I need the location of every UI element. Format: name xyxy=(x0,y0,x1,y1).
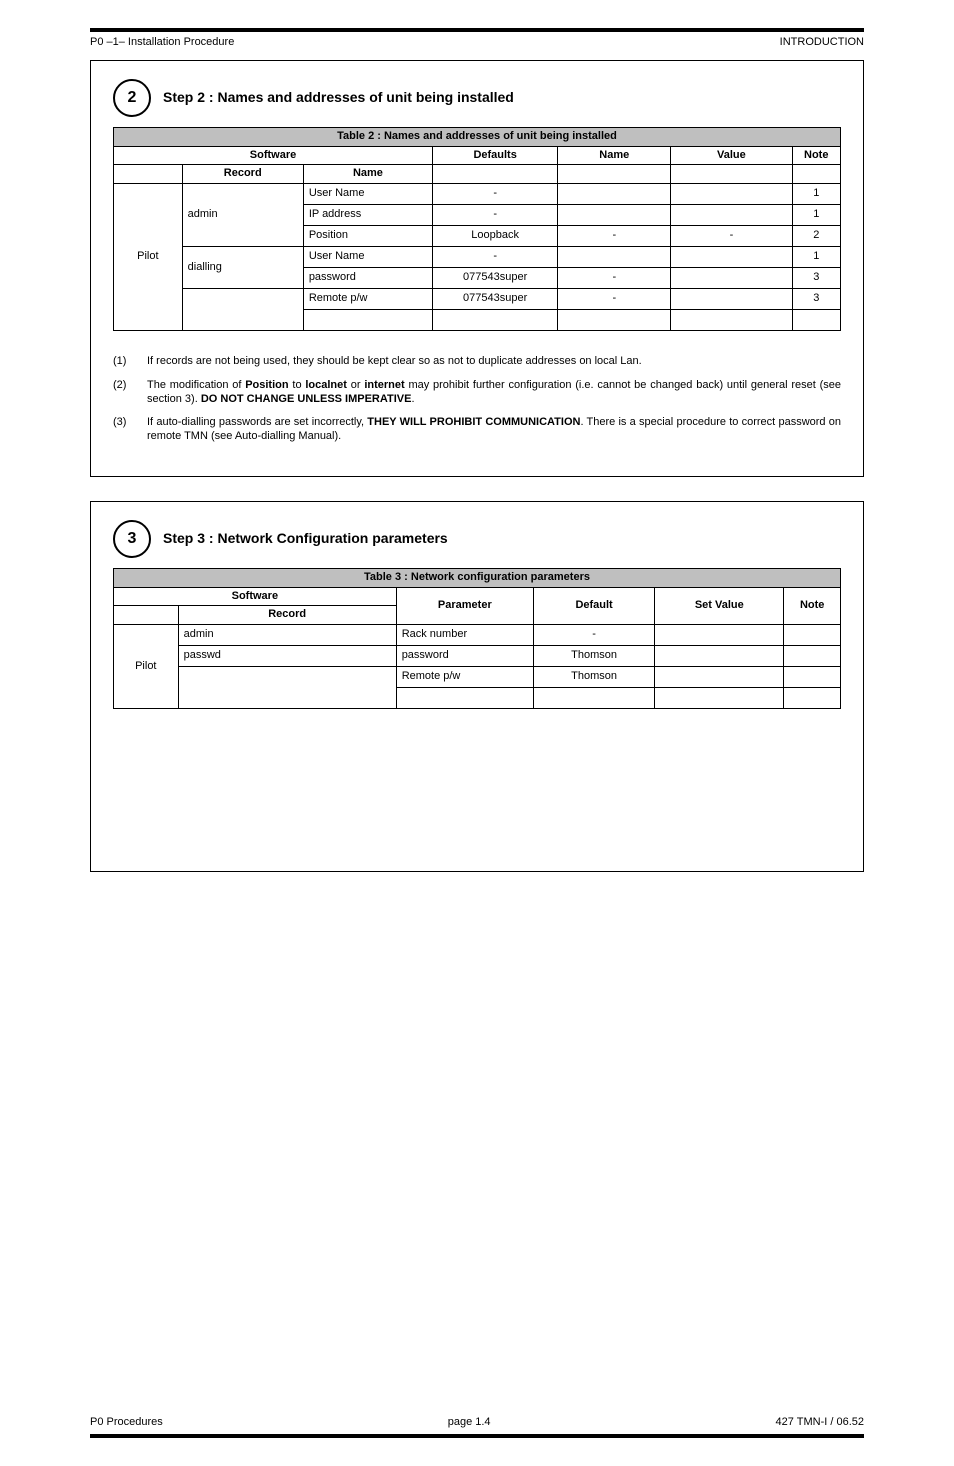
step2-title: Step 2 : Names and addresses of unit bei… xyxy=(163,89,514,107)
note-text: If auto-dialling passwords are set incor… xyxy=(147,416,841,444)
table-3: Table 3 : Network configuration paramete… xyxy=(113,568,841,709)
t2-h-name: Name xyxy=(303,165,432,184)
step3-title: Step 3 : Network Configuration parameter… xyxy=(163,530,448,548)
table-row: Remote p/w Thomson xyxy=(114,667,841,688)
step3-circle: 3 xyxy=(113,520,151,558)
table-row: Pilot admin User Name - 1 xyxy=(114,184,841,205)
step2-circle: 2 xyxy=(113,79,151,117)
step3-box: 3 Step 3 : Network Configuration paramet… xyxy=(90,501,864,872)
table-row: dialling User Name - 1 xyxy=(114,247,841,268)
table-row: Pilot admin Rack number - xyxy=(114,625,841,646)
note-text: The modification of Position to localnet… xyxy=(147,379,841,407)
t2-h-name2: Name xyxy=(558,146,671,165)
table2-title: Table 2 : Names and addresses of unit be… xyxy=(114,127,841,146)
t2-h-note: Note xyxy=(792,146,841,165)
table-row: Remote p/w 077543super - 3 xyxy=(114,289,841,310)
table3-title: Table 3 : Network configuration paramete… xyxy=(114,568,841,587)
t2-h-record: Record xyxy=(182,165,303,184)
t3-h-record: Record xyxy=(178,606,396,625)
table-row: passwd password Thomson xyxy=(114,646,841,667)
t3-h-param: Parameter xyxy=(396,587,533,625)
footer-left: P0 Procedures xyxy=(90,1416,163,1430)
table-2: Table 2 : Names and addresses of unit be… xyxy=(113,127,841,331)
header-right: INTRODUCTION xyxy=(780,36,864,50)
t2-h-software: Software xyxy=(114,146,433,165)
header-left: P0 –1– Installation Procedure xyxy=(90,36,234,50)
t3-h-default: Default xyxy=(534,587,655,625)
footer-right: 427 TMN-I / 06.52 xyxy=(776,1416,864,1430)
note-text: If records are not being used, they shou… xyxy=(147,355,841,369)
step2-box: 2 Step 2 : Names and addresses of unit b… xyxy=(90,60,864,477)
t3-h-setvalue: Set Value xyxy=(655,587,784,625)
footer-center: page 1.4 xyxy=(448,1416,491,1430)
t3-h-software: Software xyxy=(114,587,397,606)
t2-h-defaults: Defaults xyxy=(433,146,558,165)
step2-notes: (1)If records are not being used, they s… xyxy=(113,355,841,444)
t3-h-note: Note xyxy=(784,587,841,625)
t2-h-value: Value xyxy=(671,146,792,165)
